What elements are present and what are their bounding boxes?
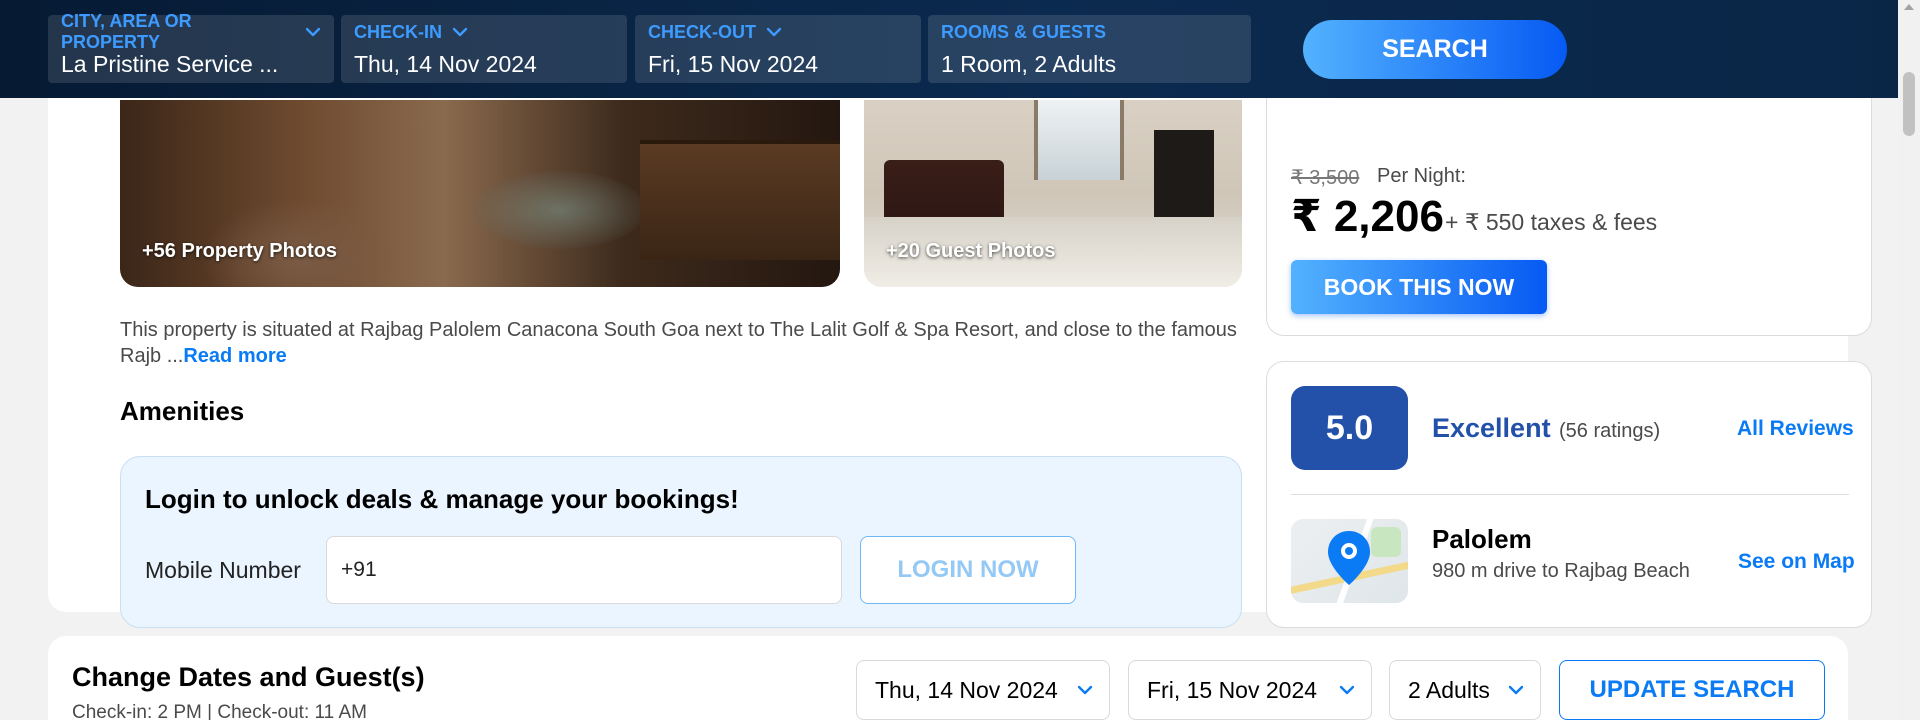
chevron-down-icon: [452, 27, 468, 37]
current-price: ₹ 2,206: [1291, 192, 1444, 241]
book-this-now-button[interactable]: BOOK THIS NOW: [1291, 260, 1547, 314]
scrollbar-thumb[interactable]: [1903, 72, 1915, 136]
city-field[interactable]: CITY, AREA OR PROPERTY La Pristine Servi…: [48, 11, 334, 83]
change-checkout-dropdown[interactable]: Fri, 15 Nov 2024: [1128, 660, 1372, 720]
change-checkin-dropdown[interactable]: Thu, 14 Nov 2024: [856, 660, 1110, 720]
checkout-field-label: CHECK-OUT: [648, 21, 756, 42]
guest-photos-thumbnail[interactable]: +20 Guest Photos: [864, 100, 1242, 287]
chevron-down-icon: [305, 27, 321, 37]
chevron-down-icon: [766, 27, 782, 37]
amenities-heading: Amenities: [120, 396, 245, 426]
map-park: [1371, 527, 1401, 557]
rating-score-badge: 5.0: [1291, 386, 1408, 470]
price-card: ₹ 3,500 Per Night: ₹ 2,206 + ₹ 550 taxes…: [1266, 60, 1872, 336]
rooms-guests-field[interactable]: ROOMS & GUESTS 1 Room, 2 Adults: [928, 15, 1251, 83]
taxes-and-fees: + ₹ 550 taxes & fees: [1445, 209, 1658, 235]
mobile-number-label: Mobile Number: [145, 557, 301, 583]
checkin-checkout-times: Check-in: 2 PM | Check-out: 11 AM: [72, 702, 367, 720]
divider: [1291, 494, 1849, 495]
property-photos-thumbnail[interactable]: +56 Property Photos: [120, 100, 840, 287]
photo-furniture: [640, 140, 840, 260]
login-banner-title: Login to unlock deals & manage your book…: [145, 484, 739, 514]
rooms-guests-field-label: ROOMS & GUESTS: [941, 21, 1107, 42]
property-photos-caption: +56 Property Photos: [142, 240, 338, 262]
photo-window: [1034, 100, 1124, 180]
change-checkout-value: Fri, 15 Nov 2024: [1147, 676, 1318, 703]
checkout-field-value: Fri, 15 Nov 2024: [648, 51, 819, 77]
guest-photos-caption: +20 Guest Photos: [886, 240, 1056, 262]
chevron-down-icon: [1508, 685, 1524, 695]
city-field-label: CITY, AREA OR PROPERTY: [61, 11, 192, 52]
map-thumbnail[interactable]: [1291, 519, 1408, 603]
checkin-field-label-row: CHECK-IN: [354, 21, 614, 43]
change-guests-dropdown[interactable]: 2 Adults: [1389, 660, 1541, 720]
rooms-guests-field-label-row: ROOMS & GUESTS: [941, 21, 1238, 43]
scroll-up-icon[interactable]: [1904, 4, 1914, 10]
checkin-field-value: Thu, 14 Nov 2024: [354, 51, 537, 77]
change-dates-card: Change Dates and Guest(s) Check-in: 2 PM…: [48, 636, 1848, 720]
chevron-down-icon: [1339, 685, 1355, 695]
property-details-card: +56 Property Photos +20 Guest Photos Thi…: [48, 40, 1872, 628]
description-text: This property is situated at Rajbag Palo…: [120, 319, 1237, 367]
update-search-button[interactable]: UPDATE SEARCH: [1559, 660, 1825, 720]
checkout-field[interactable]: CHECK-OUT Fri, 15 Nov 2024: [635, 15, 921, 83]
rooms-guests-field-value: 1 Room, 2 Adults: [941, 51, 1117, 77]
change-guests-value: 2 Adults: [1408, 676, 1490, 703]
page-scrollbar[interactable]: [1898, 0, 1920, 720]
location-name: Palolem: [1432, 524, 1532, 554]
city-field-value: La Pristine Service ...: [61, 51, 279, 77]
login-banner: Login to unlock deals & manage your book…: [120, 456, 1242, 628]
city-field-label-row: CITY, AREA OR PROPERTY: [61, 11, 321, 52]
property-description: This property is situated at Rajbag Palo…: [120, 317, 1240, 369]
read-more-link[interactable]: Read more: [183, 345, 286, 367]
checkin-field[interactable]: CHECK-IN Thu, 14 Nov 2024: [341, 15, 627, 83]
see-on-map-link[interactable]: See on Map: [1738, 550, 1855, 574]
change-dates-title: Change Dates and Guest(s): [72, 662, 425, 692]
login-now-button[interactable]: LOGIN NOW: [860, 536, 1076, 604]
location-distance: 980 m drive to Rajbag Beach: [1432, 560, 1690, 582]
checkout-field-label-row: CHECK-OUT: [648, 21, 908, 43]
change-checkin-value: Thu, 14 Nov 2024: [875, 676, 1058, 703]
checkin-field-label: CHECK-IN: [354, 21, 442, 42]
original-price: ₹ 3,500: [1291, 167, 1360, 189]
per-night-label: Per Night:: [1377, 165, 1466, 187]
all-reviews-link[interactable]: All Reviews: [1737, 417, 1854, 441]
map-pin-icon: [1328, 531, 1370, 585]
rating-label: Excellent: [1432, 413, 1551, 443]
rating-location-card: 5.0 Excellent (56 ratings) All Reviews P…: [1266, 361, 1872, 628]
rating-count: (56 ratings): [1559, 420, 1661, 442]
search-header: CITY, AREA OR PROPERTY La Pristine Servi…: [0, 0, 1898, 98]
search-button[interactable]: SEARCH: [1303, 20, 1567, 79]
mobile-number-input[interactable]: +91: [326, 536, 842, 604]
chevron-down-icon: [1077, 685, 1093, 695]
